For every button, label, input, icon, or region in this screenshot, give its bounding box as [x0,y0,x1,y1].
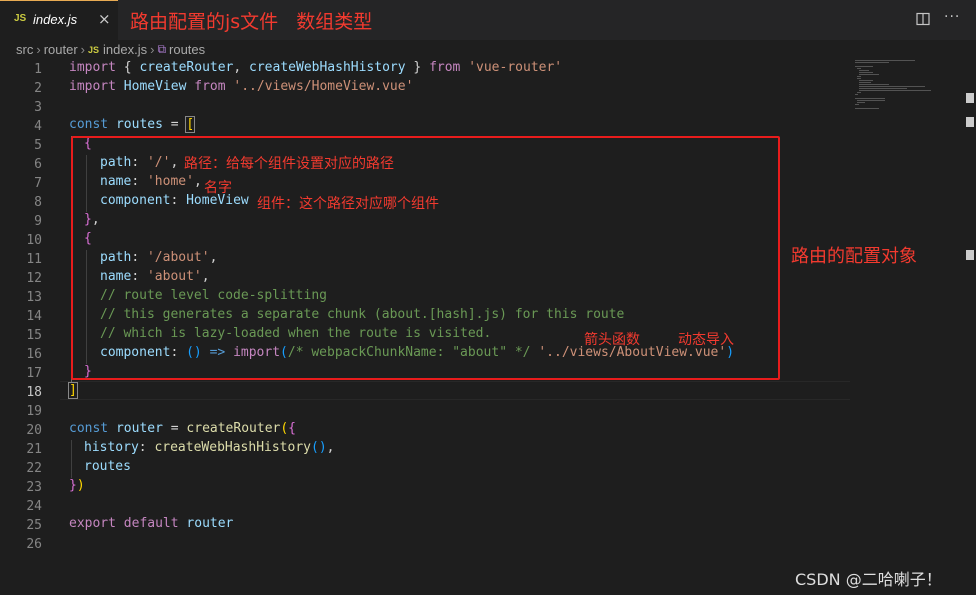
line-number: 22 [26,461,42,476]
line-number: 1 [34,62,42,77]
indent-guide [71,440,72,478]
code-line-4: const routes = [ [69,116,196,133]
code-line-18: ] [68,382,78,399]
variable-icon: ⧉ [157,42,167,57]
chevron-right-icon: › [150,42,155,58]
routes-highlight-box [71,136,780,380]
line-number: 11 [26,252,42,267]
line-number: 15 [26,328,42,343]
line-number: 3 [34,100,42,115]
line-number: 8 [34,195,42,210]
line-number-active: 18 [26,385,42,400]
tab-bar: JS index.js × 路由配置的js文件 数组类型 ··· [0,0,976,40]
line-number: 14 [26,309,42,324]
annotation-routes-config: 路由的配置对象 [791,246,917,267]
code-line-21: history: createWebHashHistory(), [84,440,335,455]
line-number: 9 [34,214,42,229]
scrollbar-marker [966,117,974,127]
js-file-icon: JS [88,44,100,55]
line-number: 13 [26,290,42,305]
line-number: 24 [26,499,42,514]
breadcrumb-item-router[interactable]: router [44,42,78,57]
chevron-right-icon: › [80,42,85,58]
breadcrumb-item-file[interactable]: index.js [103,42,147,57]
tab-index-js[interactable]: JS index.js × [0,0,118,40]
current-line-highlight [60,381,850,400]
code-line-22: routes [84,459,131,474]
line-number: 19 [26,404,42,419]
line-number: 10 [26,233,42,248]
annotation-name: 名字 [204,180,232,196]
tab-label: index.js [33,12,78,27]
chevron-right-icon: › [36,42,41,58]
close-icon[interactable]: × [98,10,111,28]
line-number: 23 [26,480,42,495]
code-line-23: }) [69,478,85,493]
line-number: 4 [34,119,42,134]
minimap[interactable] [855,60,955,120]
line-number: 16 [26,347,42,362]
line-number: 5 [34,138,42,153]
vertical-scrollbar[interactable] [962,60,976,595]
line-number: 21 [26,442,42,457]
code-line-25: export default router [69,516,234,531]
line-number: 2 [34,81,42,96]
line-number: 6 [34,157,42,172]
breadcrumb: src › router › JS index.js › ⧉ routes [16,41,205,59]
annotation-arrow-function: 箭头函数 [584,332,640,348]
breadcrumb-item-routes[interactable]: routes [169,42,205,57]
line-number: 17 [26,366,42,381]
line-number: 12 [26,271,42,286]
tab-annotation: 路由配置的js文件 数组类型 [130,11,373,33]
code-line-1: import { createRouter, createWebHashHist… [69,60,563,75]
watermark: CSDN @二哈喇子！ [795,570,942,589]
more-actions-icon[interactable]: ··· [944,9,960,25]
split-editor-icon[interactable] [916,12,930,30]
line-number: 25 [26,518,42,533]
js-file-icon: JS [14,13,27,24]
code-line-2: import HomeView from '../views/HomeView.… [69,79,414,94]
scrollbar-marker [966,250,974,260]
annotation-component: 组件：这个路径对应哪个组件 [257,196,439,212]
line-number: 20 [26,423,42,438]
annotation-dynamic-import: 动态导入 [678,332,734,348]
line-number: 7 [34,176,42,191]
line-number: 26 [26,537,42,552]
annotation-path: 路径：给每个组件设置对应的路径 [184,156,394,172]
breadcrumb-item-src[interactable]: src [16,42,33,57]
scrollbar-marker [966,93,974,103]
code-line-20: const router = createRouter({ [69,421,296,436]
